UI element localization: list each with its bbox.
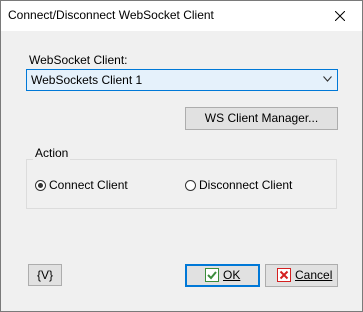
- window-title: Connect/Disconnect WebSocket Client: [8, 8, 214, 22]
- radio-unselected-indicator: [185, 179, 196, 191]
- websocket-client-select[interactable]: WebSockets Client 1: [26, 69, 338, 91]
- checkmark-icon: [205, 268, 219, 282]
- disconnect-client-label: Disconnect Client: [199, 178, 293, 192]
- websocket-client-value: WebSockets Client 1: [31, 73, 143, 87]
- close-icon: [335, 11, 345, 21]
- dialog-window: Connect/Disconnect WebSocket Client WebS…: [0, 0, 363, 312]
- connect-client-radio[interactable]: Connect Client: [35, 178, 128, 192]
- variable-button[interactable]: {V}: [28, 264, 62, 286]
- x-mark-icon: [277, 268, 291, 282]
- chevron-down-icon: [323, 76, 332, 82]
- ok-button[interactable]: OK: [185, 264, 260, 287]
- ws-client-manager-button[interactable]: WS Client Manager...: [185, 107, 338, 130]
- disconnect-client-radio[interactable]: Disconnect Client: [185, 178, 292, 192]
- cancel-button[interactable]: Cancel: [265, 264, 338, 287]
- connect-client-label: Connect Client: [49, 178, 128, 192]
- title-bar: Connect/Disconnect WebSocket Client: [1, 1, 362, 31]
- action-group-legend: Action: [33, 146, 71, 160]
- websocket-client-label: WebSocket Client:: [29, 53, 128, 67]
- cancel-label: Cancel: [295, 268, 333, 282]
- close-button[interactable]: [318, 1, 362, 31]
- radio-selected-indicator: [35, 179, 46, 191]
- ok-label: OK: [223, 268, 241, 282]
